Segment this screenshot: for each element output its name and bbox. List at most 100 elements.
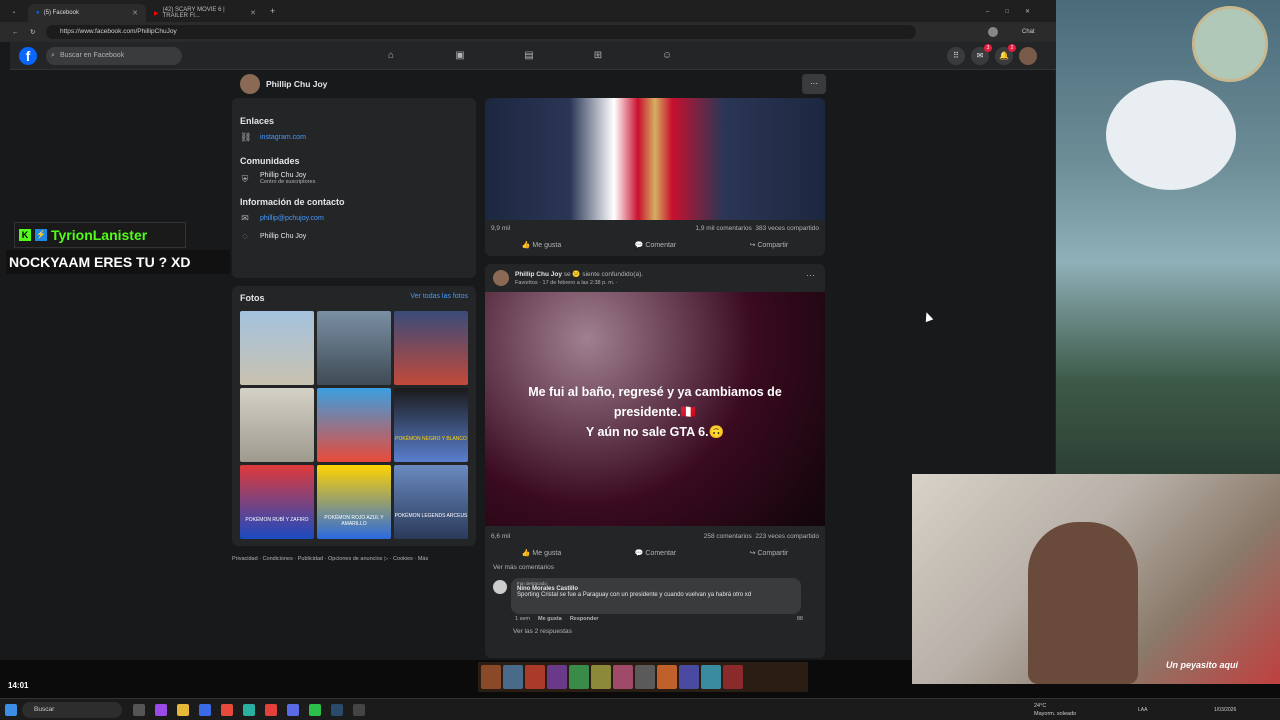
task-view-icon[interactable] [133, 703, 145, 716]
window-controls[interactable]: –□✕ [986, 8, 1046, 15]
chat-button[interactable]: Chat [1022, 29, 1035, 35]
file-explorer-icon[interactable] [177, 703, 189, 716]
chrome-icon[interactable] [221, 703, 233, 716]
photo-thumb[interactable] [317, 388, 391, 462]
app-icon[interactable] [265, 703, 277, 716]
post-2: Phillip Chu Joy se 😕 siente confundido(a… [485, 264, 825, 658]
photo-thumb[interactable]: POKÉMON ROJO AZUL Y AMARILLO [317, 465, 391, 539]
photo-thumb[interactable]: POKÉMON NEGRO Y BLANCO [394, 388, 468, 462]
comment-reaction-count[interactable]: 88 [797, 616, 803, 622]
notifications-badge: 2 [1008, 44, 1016, 52]
home-icon[interactable]: ⌂ [385, 50, 397, 62]
photo-thumb[interactable] [394, 311, 468, 385]
profile-avatar[interactable] [240, 74, 260, 94]
comments-count[interactable]: 258 comentarios [704, 533, 752, 540]
share-button[interactable]: ↪ Compartir [750, 241, 789, 249]
post-text-image[interactable]: Me fui al baño, regresé y ya cambiamos d… [485, 292, 825, 526]
contact-email[interactable]: phillip@pchujoy.com [260, 215, 324, 222]
facebook-logo[interactable]: f [19, 47, 37, 65]
profile-avatar[interactable] [1019, 47, 1037, 65]
store-icon[interactable] [199, 703, 211, 716]
photo-thumb[interactable]: POKÉMON RUBÍ Y ZAFIRO [240, 465, 314, 539]
profile-bar: Phillip Chu Joy ··· [232, 72, 826, 96]
skill-slot [525, 665, 545, 689]
post-text-line: Y aún no sale GTA 6.🙃 [585, 425, 725, 439]
comments-count[interactable]: 1,9 mil comentarios [695, 225, 751, 232]
like-label: Me gusta [532, 550, 562, 557]
author-avatar[interactable] [493, 270, 509, 286]
community-name[interactable]: Phillip Chu Joy [260, 172, 315, 179]
copilot-icon[interactable] [155, 703, 167, 716]
minimap [1192, 6, 1268, 82]
more-options-icon[interactable]: ··· [806, 270, 815, 280]
tab-youtube[interactable]: ▶ (42) SCARY MOVIE 6 | TRAILER FI... ✕ [146, 4, 264, 22]
contact-name[interactable]: Phillip Chu Joy [260, 233, 306, 240]
skill-slot [591, 665, 611, 689]
share-button[interactable]: ↪ Compartir [750, 549, 789, 557]
profile-name[interactable]: Phillip Chu Joy [266, 79, 327, 89]
weather-desc: Mayorm. soleado [1034, 710, 1077, 717]
shares-count[interactable]: 223 veces compartido [755, 533, 819, 540]
see-all-photos-link[interactable]: Ver todas las fotos [410, 293, 468, 300]
comment-button[interactable]: 💬 Comentar [635, 241, 676, 249]
tab-facebook[interactable]: ● (5) Facebook ✕ [28, 4, 146, 22]
new-tab-icon[interactable]: + [270, 6, 275, 16]
start-icon[interactable] [5, 703, 17, 716]
view-replies-link[interactable]: Ver las 2 respuestas [513, 628, 572, 635]
commenter-avatar[interactable] [493, 580, 507, 594]
tab-actions-icon[interactable]: ⌄ [0, 8, 28, 15]
footer-links[interactable]: Privacidad · Condiciones · Publicidad · … [232, 556, 428, 562]
weather-widget[interactable]: 24°C Mayorm. soleado [1034, 702, 1076, 718]
post-image[interactable] [485, 98, 825, 220]
comment-button[interactable]: 💬 Comentar [635, 549, 676, 557]
language-indicator[interactable]: LAA [1138, 707, 1147, 713]
like-button[interactable]: 👍 Me gusta [522, 241, 561, 249]
edge-icon[interactable] [243, 703, 255, 716]
comment-reply[interactable]: Responder [570, 616, 599, 622]
url-field[interactable]: https://www.facebook.com/PhillipChuJoy [46, 25, 916, 39]
reactions-count[interactable]: 9,9 mil [491, 225, 510, 232]
shield-icon: ⛨ [241, 173, 249, 184]
whatsapp-icon[interactable] [309, 703, 321, 716]
back-icon[interactable]: ← [12, 29, 19, 36]
more-options-button[interactable]: ··· [802, 74, 826, 94]
comment-like[interactable]: Me gusta [538, 616, 562, 622]
like-button[interactable]: 👍 Me gusta [522, 549, 561, 557]
comment-label: Comentar [645, 242, 677, 249]
chat-overlay-message: NOCKYAAM ERES TU ? XD [6, 250, 230, 274]
notifications-icon[interactable]: 🔔 2 [995, 44, 1016, 65]
photo-thumb[interactable]: POKÉMON LEGENDS ARCEUS [394, 465, 468, 539]
messenger-icon[interactable]: ✉ 3 [971, 44, 992, 65]
obs-icon[interactable] [353, 703, 365, 716]
instagram-link[interactable]: instagram.com [260, 134, 306, 141]
watch-icon[interactable]: ▤ [523, 50, 535, 62]
discord-icon[interactable] [287, 703, 299, 716]
url-text: https://www.facebook.com/PhillipChuJoy [60, 28, 177, 35]
photo-thumb[interactable] [317, 311, 391, 385]
community-row[interactable]: ⛨ Phillip Chu Joy Centro de suscriptores [240, 172, 468, 185]
reactions-count[interactable]: 6,6 mil [491, 533, 510, 540]
taskbar-search[interactable]: Buscar [22, 701, 122, 718]
skill-slot [635, 665, 655, 689]
close-tab-icon[interactable]: ✕ [250, 9, 256, 17]
link-icon: ⛓ [240, 132, 252, 142]
like-label: Me gusta [532, 242, 562, 249]
profile-avatar[interactable] [988, 27, 998, 37]
post-1: 9,9 mil 1,9 mil comentarios 383 veces co… [485, 98, 825, 256]
reload-icon[interactable]: ↻ [30, 28, 35, 36]
more-comments-link[interactable]: Ver más comentarios [493, 564, 554, 571]
author-name[interactable]: Phillip Chu Joy [515, 271, 562, 278]
video-icon[interactable]: ▣ [454, 50, 466, 62]
close-tab-icon[interactable]: ✕ [132, 9, 138, 17]
steam-icon[interactable] [331, 703, 343, 716]
photo-thumb[interactable] [240, 311, 314, 385]
photo-thumb[interactable] [240, 388, 314, 462]
post-stats: 9,9 mil 1,9 mil comentarios 383 veces co… [485, 220, 825, 236]
search-input[interactable]: ⌕ Buscar en Facebook [46, 47, 182, 65]
shares-count[interactable]: 383 veces compartido [755, 225, 819, 232]
groups-icon[interactable]: ☺ [661, 50, 673, 62]
menu-icon[interactable]: ⠿ [947, 47, 965, 65]
system-date[interactable]: 1/03/2026 [1214, 707, 1236, 713]
marketplace-icon[interactable]: ⊞ [592, 50, 604, 62]
feeling-text: se 😕 siente confundido(a). [563, 271, 644, 278]
